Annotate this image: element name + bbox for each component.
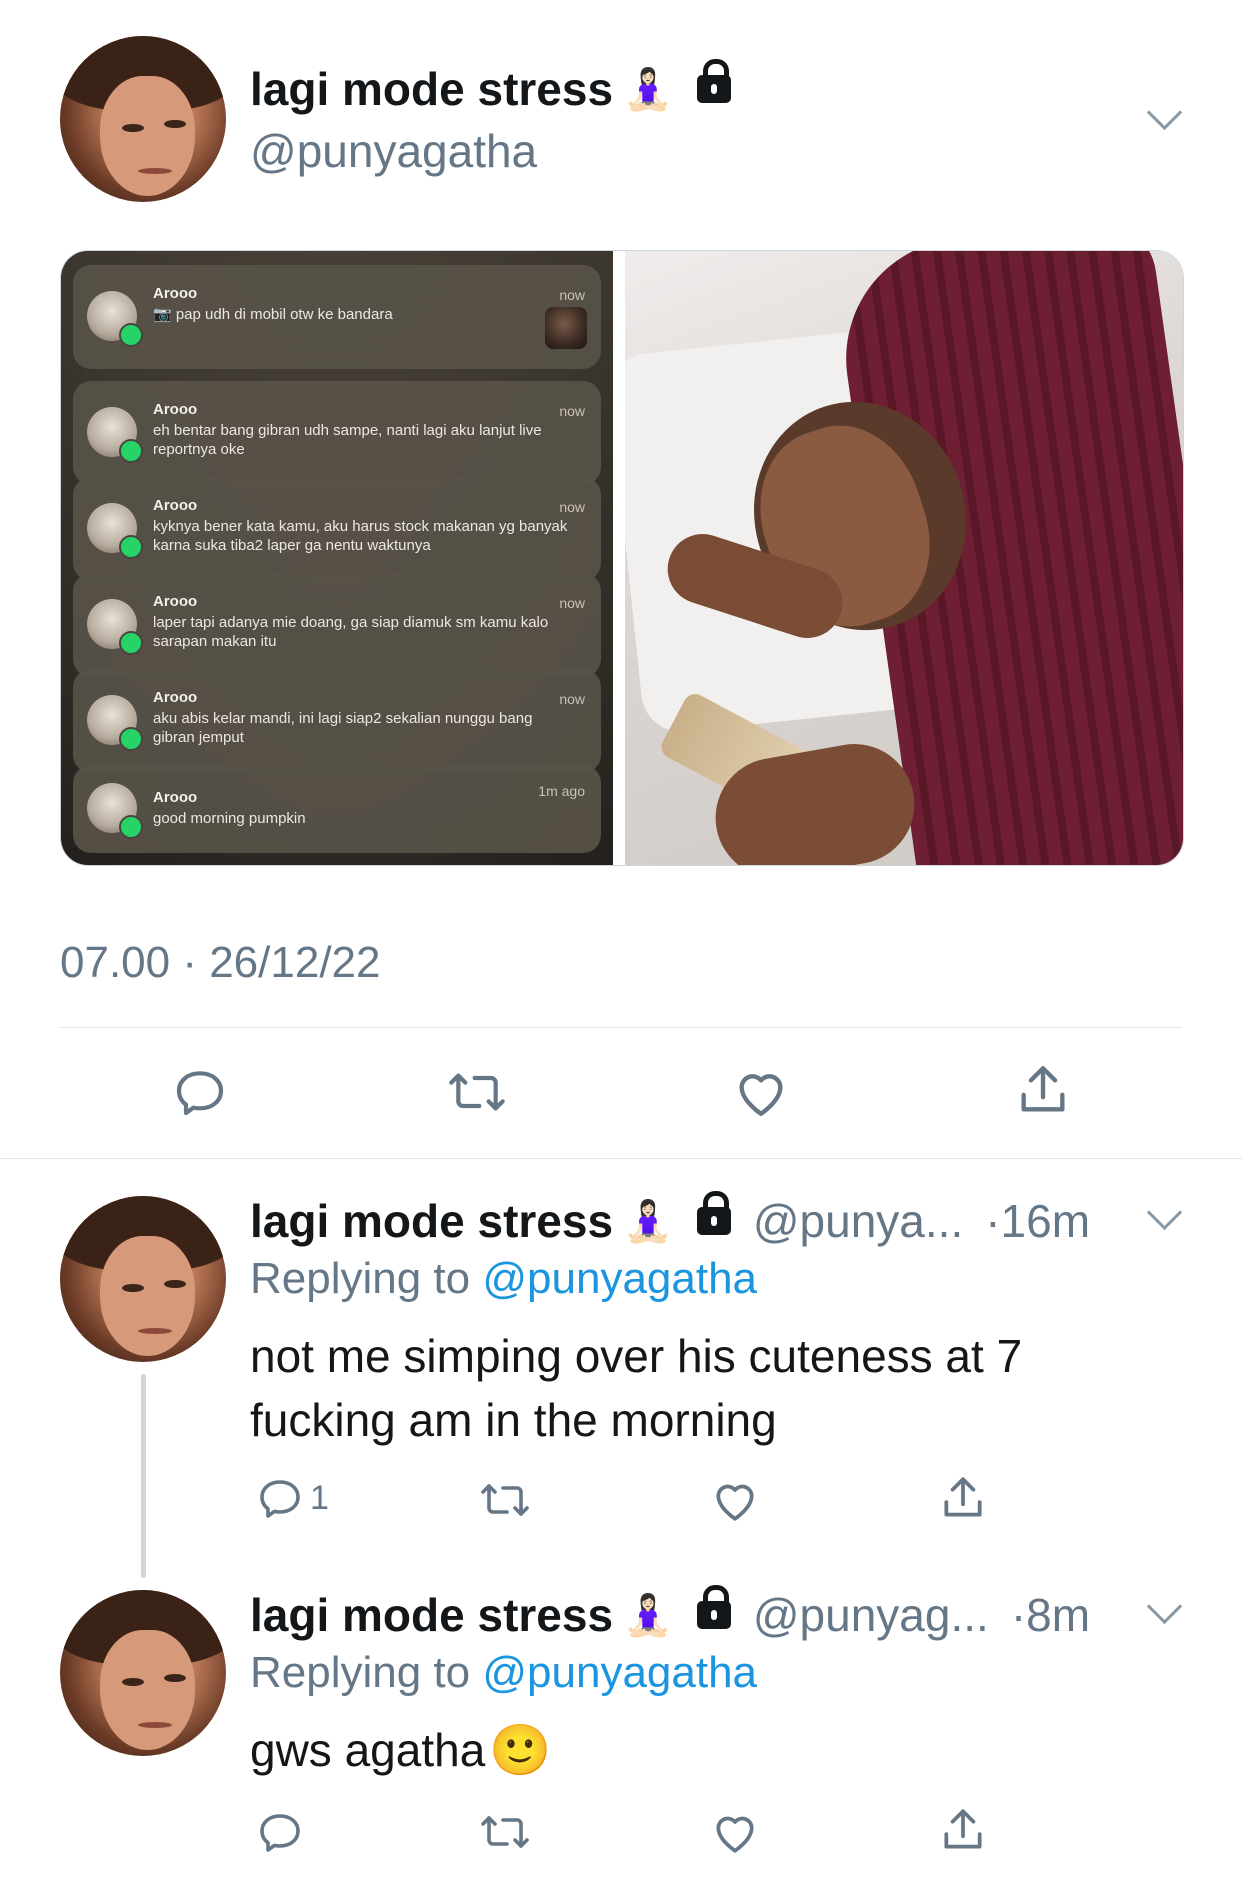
tweet-timestamp[interactable]: 07.00 · 26/12/22 — [60, 938, 380, 988]
notification-message: 📷 pap udh di mobil otw ke bandara — [153, 306, 393, 323]
notification-time: now — [559, 499, 585, 515]
main-handle[interactable]: @punyagatha — [250, 124, 537, 178]
lock-icon — [696, 1585, 731, 1629]
notification-item: Arooo kyknya bener kata kamu, aku harus … — [73, 477, 601, 581]
notification-time: 1m ago — [538, 783, 585, 799]
notification-item: Arooo eh bentar bang gibran udh sampe, n… — [73, 381, 601, 485]
whatsapp-icon — [119, 727, 143, 751]
notification-item: Arooo 📷 pap udh di mobil otw ke bandara … — [73, 265, 601, 369]
display-name[interactable]: lagi mode stress — [250, 1194, 613, 1248]
tweet-age[interactable]: ·8m — [1011, 1588, 1090, 1642]
reply-text: not me simping over his cuteness at 7 fu… — [250, 1330, 1023, 1446]
retweet-icon[interactable] — [446, 1064, 508, 1120]
reply-icon[interactable] — [256, 1808, 304, 1856]
retweet-icon[interactable] — [478, 1808, 532, 1856]
notification-item: Arooo good morning pumpkin 1m ago — [73, 765, 601, 853]
mention-link[interactable]: @punyagatha — [482, 1254, 757, 1303]
display-name[interactable]: lagi mode stress — [250, 1588, 613, 1642]
reply-avatar[interactable] — [60, 1590, 226, 1756]
photo-thumbnail — [545, 307, 587, 349]
whatsapp-icon — [119, 815, 143, 839]
chevron-down-icon[interactable] — [1146, 1588, 1183, 1625]
share-icon[interactable] — [1014, 1060, 1072, 1120]
notification-sender: Arooo — [153, 789, 198, 806]
replying-label: Replying to — [250, 1254, 471, 1303]
replying-label: Replying to — [250, 1648, 471, 1697]
main-author-row[interactable]: lagi mode stress 🧘🏻‍♀️ — [250, 59, 731, 116]
photo-person-on-phone[interactable] — [625, 251, 1183, 865]
notification-sender: Arooo — [153, 593, 198, 610]
chevron-down-icon[interactable] — [1146, 94, 1183, 131]
chevron-down-icon[interactable] — [1146, 1194, 1183, 1231]
notification-message: aku abis kelar mandi, ini lagi siap2 sek… — [153, 710, 533, 746]
notification-sender: Arooo — [153, 497, 198, 514]
mention-link[interactable]: @punyagatha — [482, 1648, 757, 1697]
notification-item: Arooo aku abis kelar mandi, ini lagi sia… — [73, 669, 601, 773]
reply-icon[interactable] — [172, 1064, 228, 1120]
whatsapp-icon — [119, 439, 143, 463]
reply-author-row[interactable]: lagi mode stress 🧘🏻‍♀️ @punya... ·16m — [250, 1191, 1090, 1248]
notification-time: now — [559, 403, 585, 419]
notification-message: kyknya bener kata kamu, aku harus stock … — [153, 518, 568, 554]
reply-text-row: gws agatha 🙂 — [250, 1718, 552, 1782]
display-name[interactable]: lagi mode stress — [250, 62, 613, 116]
whatsapp-icon — [119, 631, 143, 655]
notifications-screenshot[interactable]: Arooo 📷 pap udh di mobil otw ke bandara … — [61, 251, 613, 865]
main-avatar[interactable] — [60, 36, 226, 202]
tweet-age[interactable]: ·16m — [985, 1194, 1090, 1248]
notification-message: good morning pumpkin — [153, 810, 306, 827]
notification-sender: Arooo — [153, 285, 198, 302]
divider — [0, 1158, 1242, 1159]
person-in-lotus-position-icon: 🧘🏻‍♀️ — [623, 67, 673, 112]
reply-button[interactable]: 1 — [256, 1474, 329, 1522]
thread-connector — [141, 1374, 146, 1578]
retweet-icon[interactable] — [478, 1476, 532, 1524]
whatsapp-icon — [119, 323, 143, 347]
whatsapp-icon — [119, 535, 143, 559]
notification-sender: Arooo — [153, 689, 198, 706]
reply-icon[interactable] — [256, 1474, 304, 1522]
notification-time: now — [559, 287, 585, 303]
handle[interactable]: @punya... — [753, 1194, 963, 1248]
tweet-media[interactable]: Arooo 📷 pap udh di mobil otw ke bandara … — [60, 250, 1184, 866]
slightly-smiling-face-icon: 🙂 — [489, 1722, 552, 1778]
notification-item: Arooo laper tapi adanya mie doang, ga si… — [73, 573, 601, 677]
notification-message: eh bentar bang gibran udh sampe, nanti l… — [153, 422, 542, 458]
heart-icon[interactable] — [710, 1476, 760, 1524]
lock-icon — [696, 1191, 731, 1235]
notification-message: laper tapi adanya mie doang, ga siap dia… — [153, 614, 549, 650]
replying-to: Replying to @punyagatha — [250, 1254, 757, 1304]
divider — [60, 1027, 1182, 1028]
share-icon[interactable] — [938, 1472, 988, 1524]
handle[interactable]: @punyag... — [753, 1588, 989, 1642]
replying-to: Replying to @punyagatha — [250, 1648, 757, 1698]
share-icon[interactable] — [938, 1804, 988, 1856]
heart-icon[interactable] — [710, 1808, 760, 1856]
heart-icon[interactable] — [732, 1064, 790, 1120]
reply-text: gws agatha — [250, 1724, 486, 1776]
lock-icon — [696, 59, 731, 103]
reply-author-row[interactable]: lagi mode stress 🧘🏻‍♀️ @punyag... ·8m — [250, 1585, 1090, 1642]
notification-sender: Arooo — [153, 401, 198, 418]
reply-avatar[interactable] — [60, 1196, 226, 1362]
notification-time: now — [559, 691, 585, 707]
person-in-lotus-position-icon: 🧘🏻‍♀️ — [623, 1593, 673, 1638]
person-in-lotus-position-icon: 🧘🏻‍♀️ — [623, 1199, 673, 1244]
reply-count: 1 — [310, 1478, 329, 1517]
notification-time: now — [559, 595, 585, 611]
